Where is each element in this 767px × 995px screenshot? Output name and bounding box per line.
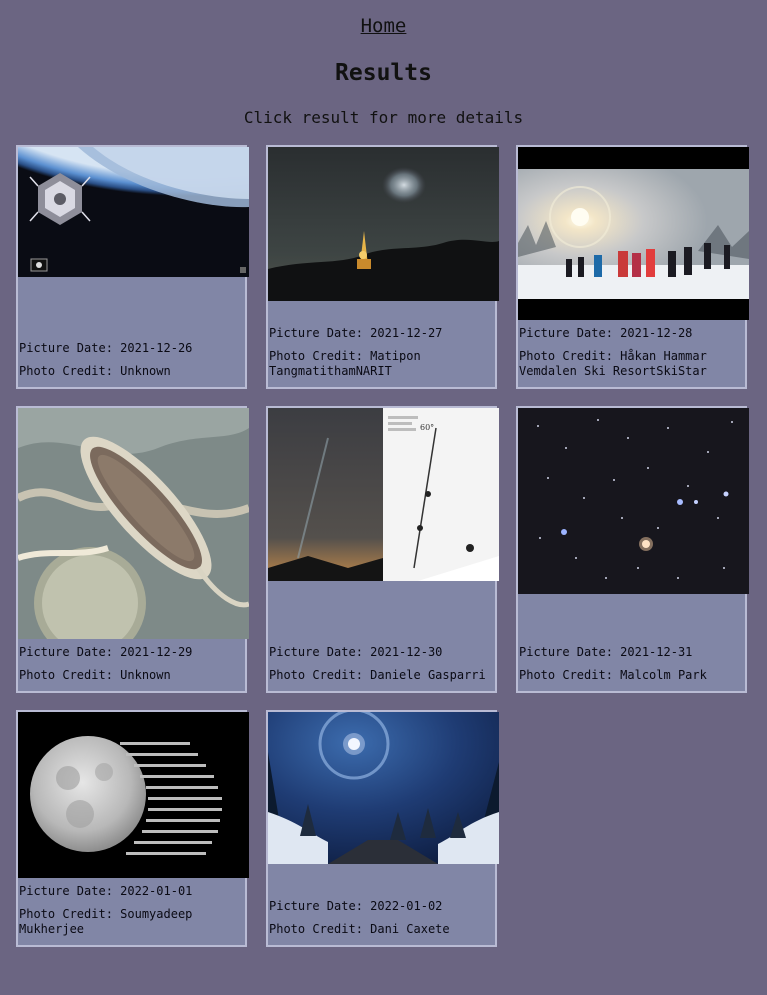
result-card[interactable]: 60° Picture Date: 2021-12-30 Photo Credi… — [266, 406, 499, 693]
picture-date: Picture Date: 2021-12-31 — [519, 645, 693, 659]
photo-credit: Photo Credit: Håkan Hammar Vemdalen Ski … — [519, 349, 707, 378]
svg-text:60°: 60° — [420, 423, 434, 432]
comet-over-temple-image — [268, 147, 499, 301]
picture-date: Picture Date: 2021-12-30 — [269, 645, 443, 659]
photo-credit: Photo Credit: Dani Caxete — [269, 922, 450, 936]
star-field-image — [518, 408, 749, 594]
picture-date: Picture Date: 2021-12-26 — [19, 341, 193, 355]
picture-date: Picture Date: 2021-12-29 — [19, 645, 193, 659]
result-card[interactable]: Picture Date: 2021-12-29 Photo Credit: U… — [16, 406, 249, 693]
page-title: Results — [335, 60, 432, 86]
result-meta: Picture Date: 2022-01-02 Photo Credit: D… — [269, 899, 494, 937]
photo-credit: Photo Credit: Unknown — [19, 364, 171, 378]
jupiter-storm-image — [18, 408, 249, 639]
photo-credit: Photo Credit: Unknown — [19, 668, 171, 682]
result-card[interactable]: Picture Date: 2021-12-28 Photo Credit: H… — [516, 145, 749, 389]
result-card[interactable]: Picture Date: 2021-12-31 Photo Credit: M… — [516, 406, 749, 693]
result-meta: Picture Date: 2021-12-29 Photo Credit: U… — [19, 645, 244, 683]
result-card[interactable]: Picture Date: 2022-01-01 Photo Credit: S… — [16, 710, 249, 947]
comet-tail-comparison-image: 60° — [268, 408, 499, 581]
photo-credit: Photo Credit: Soumyadeep Mukherjee — [19, 907, 193, 936]
picture-date: Picture Date: 2022-01-02 — [269, 899, 443, 913]
picture-date: Picture Date: 2021-12-27 — [269, 326, 443, 340]
home-link[interactable]: Home — [361, 15, 407, 37]
result-card[interactable]: Picture Date: 2022-01-02 Photo Credit: D… — [266, 710, 499, 947]
results-instructions: Click result for more details — [243, 108, 524, 127]
sun-halo-ski-slope-image — [518, 147, 749, 320]
moon-halo-forest-road-image — [268, 712, 499, 864]
result-meta: Picture Date: 2021-12-30 Photo Credit: D… — [269, 645, 494, 683]
result-meta: Picture Date: 2021-12-26 Photo Credit: U… — [19, 341, 244, 379]
result-meta: Picture Date: 2021-12-28 Photo Credit: H… — [519, 326, 744, 379]
home-nav: Home — [0, 14, 767, 38]
picture-date: Picture Date: 2021-12-28 — [519, 326, 693, 340]
result-card[interactable]: Picture Date: 2021-12-26 Photo Credit: U… — [16, 145, 249, 389]
result-card[interactable]: Picture Date: 2021-12-27 Photo Credit: M… — [266, 145, 499, 389]
photo-credit: Photo Credit: Malcolm Park — [519, 668, 707, 682]
picture-date: Picture Date: 2022-01-01 — [19, 884, 193, 898]
space-telescope-over-earth-image — [18, 147, 249, 277]
photo-credit: Photo Credit: Daniele Gasparri — [269, 668, 486, 682]
result-meta: Picture Date: 2021-12-31 Photo Credit: M… — [519, 645, 744, 683]
full-moons-chart-image — [18, 712, 249, 878]
result-meta: Picture Date: 2021-12-27 Photo Credit: M… — [269, 326, 494, 379]
result-meta: Picture Date: 2022-01-01 Photo Credit: S… — [19, 884, 244, 937]
photo-credit: Photo Credit: Matipon TangmatithamNARIT — [269, 349, 421, 378]
